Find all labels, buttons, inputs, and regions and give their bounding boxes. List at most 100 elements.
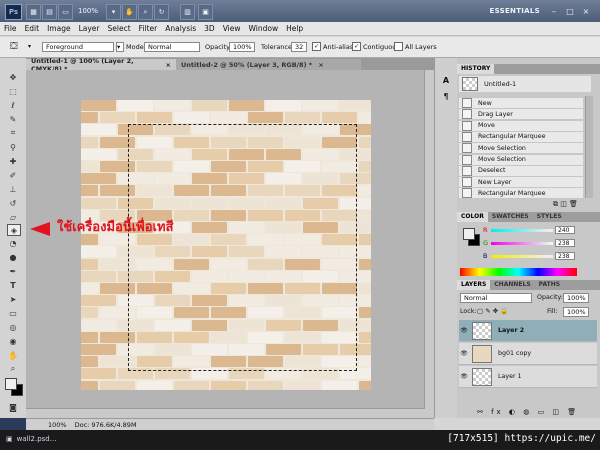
vertical-scrollbar[interactable] [424, 70, 434, 418]
tab-styles[interactable]: STYLES [533, 212, 566, 222]
tolerance-input[interactable]: 32 [291, 41, 307, 52]
3d-rotate-tool-icon[interactable]: ◎ [7, 322, 19, 332]
fill-input[interactable]: 100% [563, 307, 589, 317]
brush-tool-icon[interactable]: ✐ [7, 170, 19, 180]
shape-tool-icon[interactable]: ▭ [7, 308, 19, 318]
tab-untitled-1[interactable]: Untitled-1 @ 100% (Layer 2, CMYK/8) * × [26, 57, 176, 73]
quick-mask-icon[interactable]: ◙ [7, 402, 19, 412]
menu-layer[interactable]: Layer [79, 24, 100, 33]
menu-edit[interactable]: Edit [25, 24, 40, 33]
eyedropper-tool-icon[interactable]: ⚲ [7, 142, 19, 152]
screen-mode-icon[interactable]: ▣ [198, 4, 213, 20]
history-item[interactable]: Rectangular Marquee [459, 188, 583, 200]
arrange-documents-icon[interactable]: ▥ [180, 4, 195, 20]
fill-source-dropdown-icon[interactable]: ▾ [116, 41, 124, 52]
tab-history[interactable]: HISTORY [457, 64, 495, 74]
rotate-view-icon[interactable]: ↻ [154, 4, 169, 20]
lock-icons[interactable]: ▢ ✎ ✥ 🔒 [477, 307, 508, 315]
blue-slider[interactable] [491, 255, 553, 258]
contiguous-checkbox[interactable]: ✓ [352, 42, 361, 51]
hand-tool-icon[interactable]: ✋ [122, 4, 137, 20]
lasso-tool-icon[interactable]: ℓ [7, 100, 19, 110]
dropdown-icon[interactable]: ▾ [106, 4, 121, 20]
workspace-switcher[interactable]: ESSENTIALS [490, 4, 541, 18]
history-item[interactable]: Move Selection [459, 154, 583, 166]
visibility-eye-icon[interactable]: 👁 [459, 373, 469, 380]
maximize-button[interactable]: □ [564, 4, 576, 18]
color-foreground-swatch[interactable] [463, 228, 475, 240]
tab-paths[interactable]: PATHS [535, 280, 564, 290]
history-item[interactable]: New Layer [459, 177, 583, 189]
history-brush-tool-icon[interactable]: ↺ [7, 198, 19, 208]
menu-file[interactable]: File [4, 24, 17, 33]
extras-icon[interactable]: ▭ [58, 4, 73, 20]
green-value[interactable]: 238 [555, 239, 575, 247]
preset-dropdown-icon[interactable]: ▾ [28, 41, 31, 52]
tab-close-icon[interactable]: × [166, 61, 171, 69]
tab-untitled-2[interactable]: Untitled-2 @ 50% (Layer 3, RGB/8) * × [176, 59, 361, 70]
path-selection-tool-icon[interactable]: ➤ [7, 294, 19, 304]
zoom-level-select[interactable]: 100% [78, 4, 98, 18]
tab-color[interactable]: COLOR [457, 212, 488, 222]
visibility-eye-icon[interactable]: 👁 [459, 350, 469, 357]
menu-3d[interactable]: 3D [204, 24, 215, 33]
tab-close-icon[interactable]: × [318, 61, 323, 69]
type-tool-icon[interactable]: T [7, 280, 19, 290]
blur-tool-icon[interactable]: ◔ [7, 238, 19, 248]
quick-selection-tool-icon[interactable]: ✎ [7, 114, 19, 124]
antialias-checkbox[interactable]: ✓ [312, 42, 321, 51]
character-panel-icon[interactable]: A [440, 74, 452, 86]
paint-bucket-tool-icon[interactable]: ◈ [7, 224, 21, 236]
eraser-tool-icon[interactable]: ▱ [7, 212, 19, 222]
mode-select[interactable]: Normal [144, 41, 200, 52]
color-spectrum[interactable] [460, 268, 577, 276]
opacity-input[interactable]: 100% [229, 41, 255, 52]
paragraph-panel-icon[interactable]: ¶ [440, 90, 452, 102]
menu-select[interactable]: Select [108, 24, 131, 33]
menu-filter[interactable]: Filter [139, 24, 158, 33]
hand-tool-icon[interactable]: ✋ [7, 350, 19, 360]
bridge-icon[interactable]: ▦ [26, 4, 41, 20]
document-canvas[interactable] [81, 100, 371, 390]
pen-tool-icon[interactable]: ✒ [7, 266, 19, 276]
menu-window[interactable]: Window [249, 24, 279, 33]
move-tool-icon[interactable]: ✥ [7, 72, 19, 82]
history-item[interactable]: Move [459, 120, 583, 132]
canvas-workarea[interactable] [26, 70, 434, 418]
blend-mode-select[interactable]: Normal [460, 293, 532, 303]
fill-source-select[interactable]: Foreground [42, 41, 114, 52]
blue-value[interactable]: 238 [555, 252, 575, 260]
zoom-tool-icon[interactable]: ⌕ [138, 4, 153, 20]
red-value[interactable]: 240 [555, 226, 575, 234]
history-footer-icons[interactable]: ⧉ ◫ 🗑 [553, 200, 578, 209]
paint-bucket-preset-icon[interactable]: ⛋ [10, 41, 18, 52]
layer-row-bg01-copy[interactable]: 👁 bg01 copy [459, 343, 597, 365]
tab-layers[interactable]: LAYERS [457, 280, 491, 290]
history-item[interactable]: New [459, 98, 583, 109]
layer-opacity-input[interactable]: 100% [563, 293, 589, 303]
red-slider[interactable] [491, 229, 553, 232]
menu-help[interactable]: Help [286, 24, 303, 33]
dodge-tool-icon[interactable]: ● [7, 252, 19, 262]
history-item[interactable]: Deselect [459, 165, 583, 177]
menu-analysis[interactable]: Analysis [165, 24, 196, 33]
healing-brush-tool-icon[interactable]: ✚ [7, 156, 19, 166]
marquee-tool-icon[interactable]: ⬚ [7, 86, 19, 96]
all-layers-checkbox[interactable] [394, 42, 403, 51]
horizontal-scrollbar[interactable] [26, 408, 425, 418]
layer-row-layer-2[interactable]: 👁 Layer 2 [459, 320, 597, 342]
history-item[interactable]: Rectangular Marquee [459, 131, 583, 143]
3d-orbit-tool-icon[interactable]: ◉ [7, 336, 19, 346]
foreground-color-swatch[interactable] [5, 378, 17, 390]
menu-view[interactable]: View [223, 24, 241, 33]
layers-footer-icons[interactable]: ⚯ fx ◐ ◍ ▭ ◫ 🗑 [477, 408, 579, 416]
history-item[interactable]: Move Selection [459, 143, 583, 155]
status-zoom[interactable]: 100% [48, 421, 67, 429]
clone-stamp-tool-icon[interactable]: ⊥ [7, 184, 19, 194]
tab-channels[interactable]: CHANNELS [490, 280, 534, 290]
visibility-eye-icon[interactable]: 👁 [459, 327, 469, 334]
taskbar-file-item[interactable]: ▣ wall2.psd... [6, 433, 56, 445]
tab-swatches[interactable]: SWATCHES [488, 212, 533, 222]
status-doc-info[interactable]: Doc: 976.6K/4.89M [75, 421, 137, 429]
history-scrollbar[interactable] [585, 96, 593, 198]
